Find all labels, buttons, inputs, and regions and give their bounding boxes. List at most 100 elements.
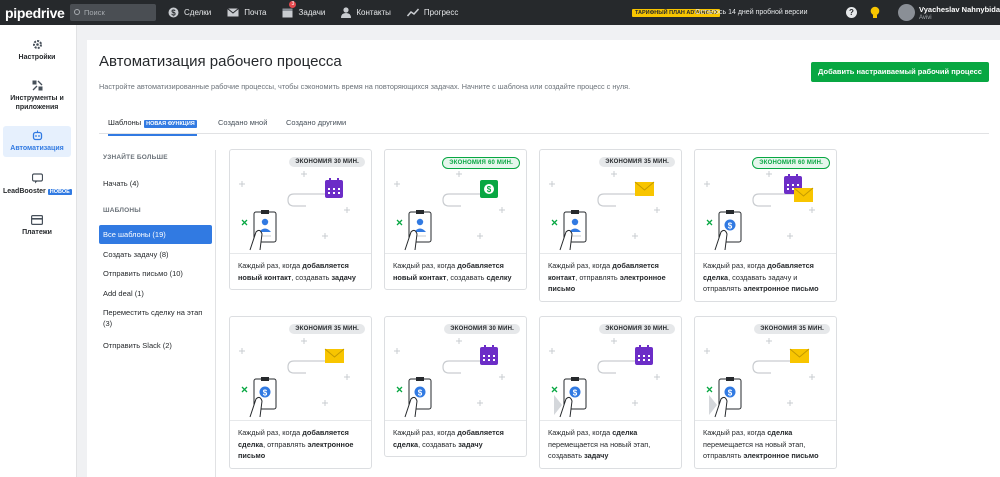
sidebar-item-leadbooster[interactable]: LeadBooster НОВОЕ (3, 173, 72, 197)
template-illustration: $ ЭКОНОМИЯ 35 МИН. (230, 317, 371, 421)
template-card[interactable]: $ ЭКОНОМИЯ 60 МИН. Каждый раз, когда добав… (694, 149, 837, 302)
sparkle-icon (322, 400, 328, 406)
template-card[interactable]: $ ЭКОНОМИЯ 35 МИН. Каждый раз, когда сделк… (694, 316, 837, 469)
description-bold-part: задачу (584, 451, 609, 460)
template-description: Каждый раз, когда добавляется контакт, о… (540, 254, 681, 301)
sidebar-item-label: Автоматизация (10, 145, 64, 152)
template-card[interactable]: $ ЭКОНОМИЯ 30 МИН. Каждый раз, когда сделк… (539, 316, 682, 469)
filter-add-deal[interactable]: Add deal (1) (99, 284, 212, 303)
tab-label: Создано другими (286, 118, 347, 127)
main-nav: $ Сделки Почта 3 Задачи Контакты Прогрес… (168, 1, 474, 18)
chart-icon (406, 8, 419, 17)
add-custom-workflow-button[interactable]: Добавить настраиваемый рабочий процесс (811, 62, 989, 82)
template-illustration: $ ЭКОНОМИЯ 60 МИН. (385, 150, 526, 254)
description-part: Каждый раз, когда (703, 428, 768, 437)
sparkle-icon (239, 181, 245, 187)
tabs: Шаблоны НОВАЯ ФУНКЦИЯ Создано мной Создан… (99, 115, 989, 136)
nav-contacts-label: Контакты (356, 8, 391, 17)
tab-templates[interactable]: Шаблоны НОВАЯ ФУНКЦИЯ (108, 118, 197, 136)
search-input[interactable]: Поиск (70, 4, 156, 21)
page-title: Автоматизация рабочего процесса (99, 53, 342, 70)
tools-icon (32, 80, 42, 91)
close-mark-icon (551, 219, 558, 226)
flow-connector (442, 193, 485, 207)
hand-icon (559, 396, 573, 418)
flow-connector (752, 360, 795, 374)
nav-deals[interactable]: $ Сделки (168, 7, 211, 18)
template-description: Каждый раз, когда добавляется сделка, от… (230, 421, 371, 468)
close-mark-icon (396, 386, 403, 393)
nav-contacts[interactable]: Контакты (341, 7, 391, 18)
filter-send-slack[interactable]: Отправить Slack (2) (99, 336, 212, 355)
description-bold-part: задачу (458, 439, 483, 449)
search-icon (74, 9, 80, 15)
template-card[interactable]: $ ЭКОНОМИЯ 60 МИН. Каждый раз, когда добав… (384, 149, 527, 290)
close-mark-icon (241, 219, 248, 226)
sparkle-icon (499, 207, 505, 213)
filter-send-email[interactable]: Отправить письмо (10) (99, 264, 212, 283)
description-part: Каждый раз, когда (393, 428, 458, 437)
nav-tasks[interactable]: 3 Задачи (282, 1, 325, 18)
lightbulb-icon[interactable] (870, 6, 880, 19)
new-feature-badge: НОВАЯ ФУНКЦИЯ (144, 120, 197, 128)
description-part: , отправлять (263, 439, 308, 449)
settings-sidebar: Настройки Инструменты и приложения Автом… (0, 25, 77, 477)
mail-icon (227, 8, 240, 17)
template-description: Каждый раз, когда добавляется новый конт… (385, 254, 526, 289)
robot-icon (32, 130, 42, 141)
hand-icon (559, 229, 573, 251)
template-card[interactable]: $ ЭКОНОМИЯ 30 МИН. Каждый раз, когда добав… (384, 316, 527, 457)
sparkle-icon (344, 207, 350, 213)
sidebar-item-settings[interactable]: Настройки (3, 39, 71, 62)
svg-text:$: $ (728, 222, 733, 231)
tab-label: Создано мной (218, 118, 268, 127)
template-card[interactable]: ЭКОНОМИЯ 35 МИН. Каждый раз, когда добавл… (539, 149, 682, 302)
hand-icon (404, 396, 418, 418)
template-illustration: $ ЭКОНОМИЯ 30 МИН. (385, 317, 526, 421)
hand-icon (714, 396, 728, 418)
description-part: Каждый раз, когда (548, 261, 613, 270)
hand-icon (249, 396, 263, 418)
template-card[interactable]: $ ЭКОНОМИЯ 35 МИН. Каждый раз, когда добав… (229, 316, 372, 469)
time-saving-badge: ЭКОНОМИЯ 30 МИН. (289, 157, 365, 167)
flow-connector (442, 360, 485, 374)
description-bold-part: сделку (486, 272, 512, 282)
sparkle-icon (704, 181, 710, 187)
sidebar-item-label: LeadBooster (3, 188, 46, 195)
close-mark-icon (551, 386, 558, 393)
sidebar-item-automation[interactable]: Автоматизация (3, 126, 71, 157)
sparkle-icon (301, 171, 307, 177)
description-bold-part: электронное письмо (743, 284, 819, 293)
template-description: Каждый раз, когда добавляется новый конт… (230, 254, 371, 289)
sidebar-item-tools[interactable]: Инструменты и приложения (3, 80, 71, 112)
user-name[interactable]: Vyacheslav Nahnybida (919, 5, 1000, 14)
sparkle-icon (787, 233, 793, 239)
nav-mail[interactable]: Почта (227, 7, 266, 18)
deal-action-icon: $ (480, 180, 498, 198)
nav-progress[interactable]: Прогресс (406, 7, 458, 18)
filter-start[interactable]: Начать (4) (99, 174, 212, 193)
tab-created-by-others[interactable]: Создано другими (286, 118, 346, 127)
sidebar-item-payments[interactable]: Платежи (3, 215, 71, 237)
tab-created-by-me[interactable]: Создано мной (218, 118, 267, 127)
filter-move-deal[interactable]: Переместить сделку на этап (3) (99, 303, 212, 333)
sparkle-icon (611, 171, 617, 177)
svg-text:$: $ (171, 9, 176, 18)
filter-all-templates[interactable]: Все шаблоны (19) (99, 225, 212, 244)
search-placeholder: Поиск (84, 8, 105, 17)
filter-create-task[interactable]: Создать задачу (8) (99, 245, 212, 264)
move-arrow-icon (554, 395, 562, 415)
template-card[interactable]: ЭКОНОМИЯ 30 МИН. Каждый раз, когда добавл… (229, 149, 372, 290)
mail-action-icon (793, 187, 814, 202)
avatar[interactable] (898, 4, 915, 21)
template-illustration: $ ЭКОНОМИЯ 30 МИН. (540, 317, 681, 421)
sidebar-item-label: Настройки (18, 54, 56, 61)
sparkle-icon (322, 233, 328, 239)
pipedrive-logo[interactable]: pipedrive (0, 5, 70, 21)
sparkle-icon (809, 374, 815, 380)
sparkle-icon (704, 348, 710, 354)
sparkle-icon (549, 181, 555, 187)
dollar-icon: $ (168, 7, 179, 18)
help-icon[interactable]: ? (846, 7, 857, 18)
sparkle-icon (654, 207, 660, 213)
